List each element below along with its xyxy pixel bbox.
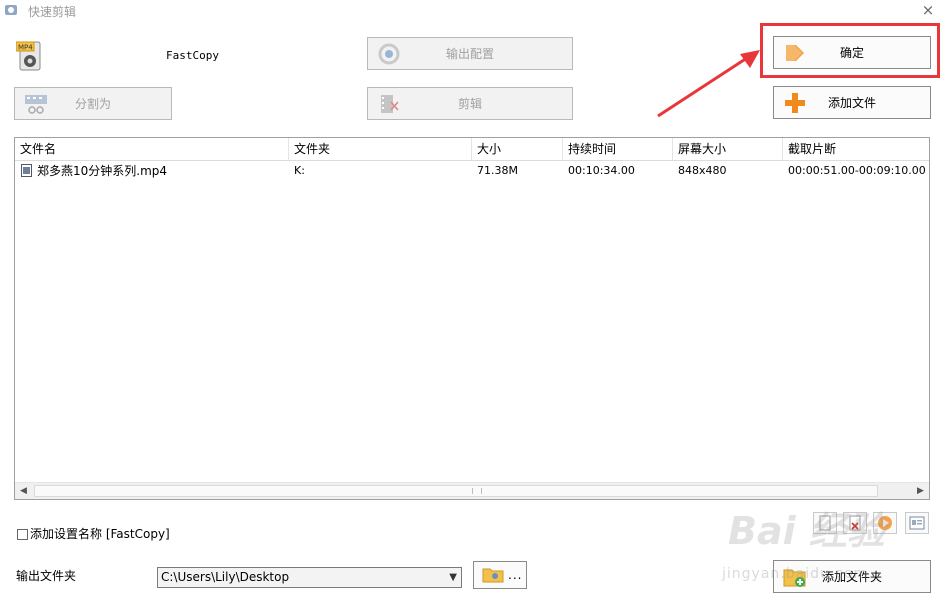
output-config-label: 输出配置 bbox=[445, 47, 494, 61]
add-setting-name-checkbox[interactable] bbox=[17, 529, 28, 540]
info-card-icon[interactable] bbox=[905, 512, 929, 534]
column-header-screen-size[interactable]: 屏幕大小 bbox=[673, 138, 783, 160]
column-header-clip[interactable]: 截取片断 bbox=[783, 138, 929, 160]
add-file-button[interactable]: 添加文件 bbox=[773, 86, 931, 119]
baidu-watermark-url: jingyan.baidu.com bbox=[722, 566, 869, 582]
cell-folder: K: bbox=[294, 164, 305, 177]
column-header-filename[interactable]: 文件名 bbox=[15, 138, 289, 160]
browse-folder-button[interactable]: ... bbox=[473, 561, 527, 589]
table-row[interactable]: 郑多燕10分钟系列.mp4 K: 71.38M 00:10:34.00 848x… bbox=[15, 162, 929, 180]
app-icon bbox=[4, 3, 18, 17]
settings-icon bbox=[376, 42, 402, 66]
cell-filename: 郑多燕10分钟系列.mp4 bbox=[37, 164, 168, 178]
film-scissors-icon bbox=[23, 92, 49, 116]
annotation-highlight-box bbox=[760, 23, 940, 78]
plus-icon bbox=[782, 91, 808, 115]
cell-size: 71.38M bbox=[477, 164, 518, 177]
output-folder-select[interactable]: C:\Users\Lily\Desktop ▼ bbox=[157, 567, 462, 588]
film-cut-icon bbox=[376, 92, 402, 116]
close-icon[interactable]: × bbox=[920, 2, 936, 18]
split-button[interactable]: 分割为 bbox=[14, 87, 172, 120]
cell-duration: 00:10:34.00 bbox=[568, 164, 635, 177]
column-header-size[interactable]: 大小 bbox=[472, 138, 563, 160]
svg-text:MP4: MP4 bbox=[18, 44, 33, 52]
horizontal-scrollbar[interactable]: ◀ ▶ bbox=[15, 482, 929, 499]
column-header-duration[interactable]: 持续时间 bbox=[563, 138, 673, 160]
cut-button[interactable]: 剪辑 bbox=[367, 87, 573, 120]
cell-screen-size: 848x480 bbox=[678, 164, 727, 177]
mp4-file-icon: MP4 bbox=[15, 40, 44, 72]
annotation-arrow bbox=[657, 50, 760, 118]
window-title: 快速剪辑 bbox=[28, 5, 77, 19]
table-header: 文件名 文件夹 大小 持续时间 屏幕大小 截取片断 bbox=[15, 138, 929, 161]
output-folder-path: C:\Users\Lily\Desktop bbox=[161, 570, 290, 584]
add-file-label: 添加文件 bbox=[827, 96, 876, 110]
output-config-button[interactable]: 输出配置 bbox=[367, 37, 573, 70]
cell-clip: 00:00:51.00-00:09:10.00 bbox=[788, 164, 926, 177]
scroll-left-icon[interactable]: ◀ bbox=[15, 483, 32, 499]
column-header-folder[interactable]: 文件夹 bbox=[289, 138, 472, 160]
browse-dots: ... bbox=[508, 568, 523, 582]
output-folder-label: 输出文件夹 bbox=[16, 569, 77, 583]
add-setting-name-label: 添加设置名称 [FastCopy] bbox=[30, 527, 170, 541]
file-table[interactable]: 文件名 文件夹 大小 持续时间 屏幕大小 截取片断 郑多燕10分钟系列.mp4 … bbox=[14, 137, 930, 500]
scrollbar-thumb[interactable] bbox=[34, 485, 878, 497]
profile-name: FastCopy bbox=[166, 49, 219, 62]
scroll-right-icon[interactable]: ▶ bbox=[912, 483, 929, 499]
folder-icon bbox=[482, 565, 504, 586]
chevron-down-icon: ▼ bbox=[449, 572, 457, 583]
baidu-watermark-logo: Bai 经验 bbox=[728, 509, 885, 553]
video-file-icon bbox=[21, 164, 32, 177]
cut-label: 剪辑 bbox=[457, 97, 482, 111]
split-label: 分割为 bbox=[74, 97, 111, 111]
